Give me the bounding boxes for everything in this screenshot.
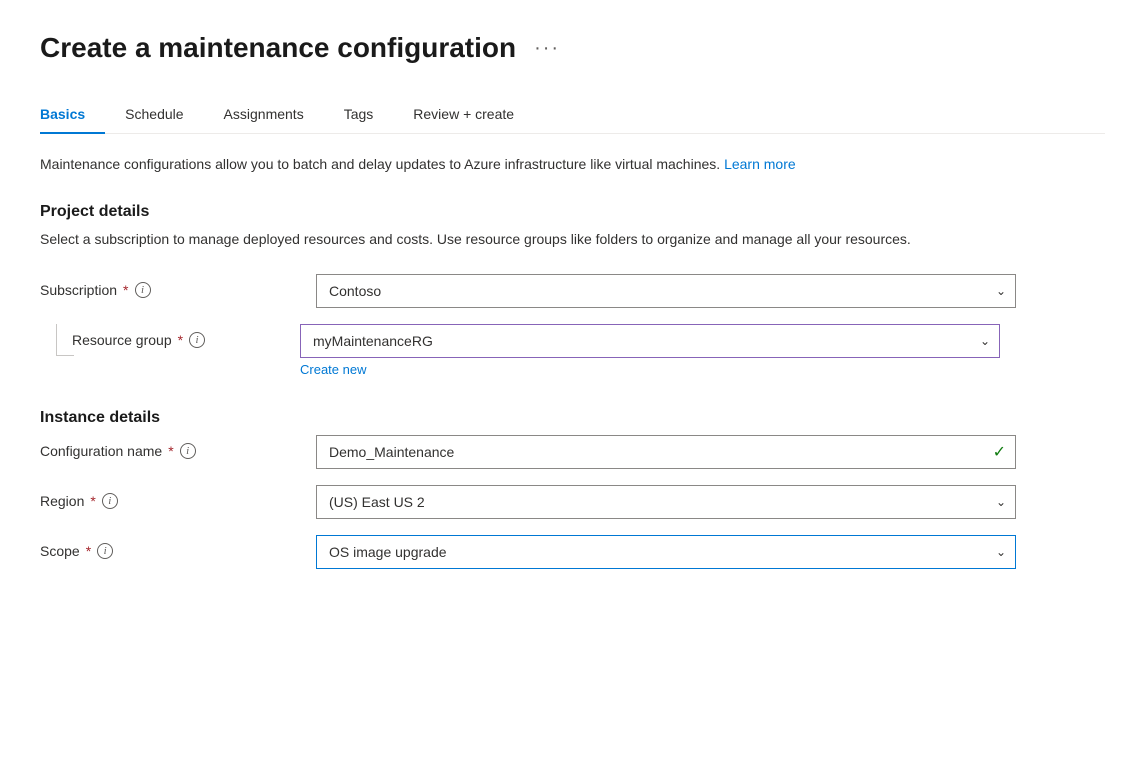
create-new-link[interactable]: Create new (300, 362, 366, 377)
config-name-row: Configuration name * i ✓ (40, 435, 1105, 469)
scope-label: Scope (40, 543, 80, 559)
tab-tags[interactable]: Tags (324, 96, 394, 134)
tab-basics[interactable]: Basics (40, 96, 105, 134)
subscription-select-wrapper: Contoso ⌄ (316, 274, 1016, 308)
resource-group-info-icon[interactable]: i (189, 332, 205, 348)
scope-select-wrapper: OS image upgrade ⌄ (316, 535, 1016, 569)
tab-assignments[interactable]: Assignments (204, 96, 324, 134)
subscription-select[interactable]: Contoso (316, 274, 1016, 308)
learn-more-link[interactable]: Learn more (724, 156, 796, 172)
subscription-label: Subscription (40, 282, 117, 298)
region-select[interactable]: (US) East US 2 (316, 485, 1016, 519)
region-required: * (90, 493, 95, 509)
region-select-wrapper: (US) East US 2 ⌄ (316, 485, 1016, 519)
ellipsis-button[interactable]: ··· (528, 35, 566, 62)
scope-info-icon[interactable]: i (97, 543, 113, 559)
config-name-label: Configuration name (40, 443, 162, 459)
project-details-section: Project details Select a subscription to… (40, 203, 1105, 377)
resource-group-required: * (178, 332, 183, 348)
scope-select[interactable]: OS image upgrade (316, 535, 1016, 569)
region-label: Region (40, 493, 84, 509)
resource-group-select-wrapper: myMaintenanceRG ⌄ (300, 324, 1000, 358)
project-details-description: Select a subscription to manage deployed… (40, 229, 1105, 250)
instance-details-section: Instance details Configuration name * i … (40, 409, 1105, 569)
scope-row: Scope * i OS image upgrade ⌄ (40, 535, 1105, 569)
region-input-col: (US) East US 2 ⌄ (316, 485, 1016, 519)
region-row: Region * i (US) East US 2 ⌄ (40, 485, 1105, 519)
instance-details-title: Instance details (40, 409, 1105, 427)
subscription-required: * (123, 282, 128, 298)
resource-group-select[interactable]: myMaintenanceRG (300, 324, 1000, 358)
subscription-input-col: Contoso ⌄ (316, 274, 1016, 308)
config-name-input-wrapper: ✓ (316, 435, 1016, 469)
page-description: Maintenance configurations allow you to … (40, 154, 1105, 175)
subscription-row: Subscription * i Contoso ⌄ (40, 274, 1105, 308)
resource-group-input-col: myMaintenanceRG ⌄ Create new (300, 324, 1000, 377)
config-name-required: * (168, 443, 173, 459)
scope-required: * (86, 543, 91, 559)
tabs-nav: Basics Schedule Assignments Tags Review … (40, 96, 1105, 134)
tab-review-create[interactable]: Review + create (393, 96, 534, 134)
subscription-info-icon[interactable]: i (135, 282, 151, 298)
config-name-input[interactable] (316, 435, 1016, 469)
scope-input-col: OS image upgrade ⌄ (316, 535, 1016, 569)
tab-schedule[interactable]: Schedule (105, 96, 203, 134)
resource-group-label: Resource group (72, 332, 172, 348)
config-name-input-col: ✓ (316, 435, 1016, 469)
region-info-icon[interactable]: i (102, 493, 118, 509)
page-title: Create a maintenance configuration (40, 32, 516, 64)
config-name-info-icon[interactable]: i (180, 443, 196, 459)
project-details-title: Project details (40, 203, 1105, 221)
